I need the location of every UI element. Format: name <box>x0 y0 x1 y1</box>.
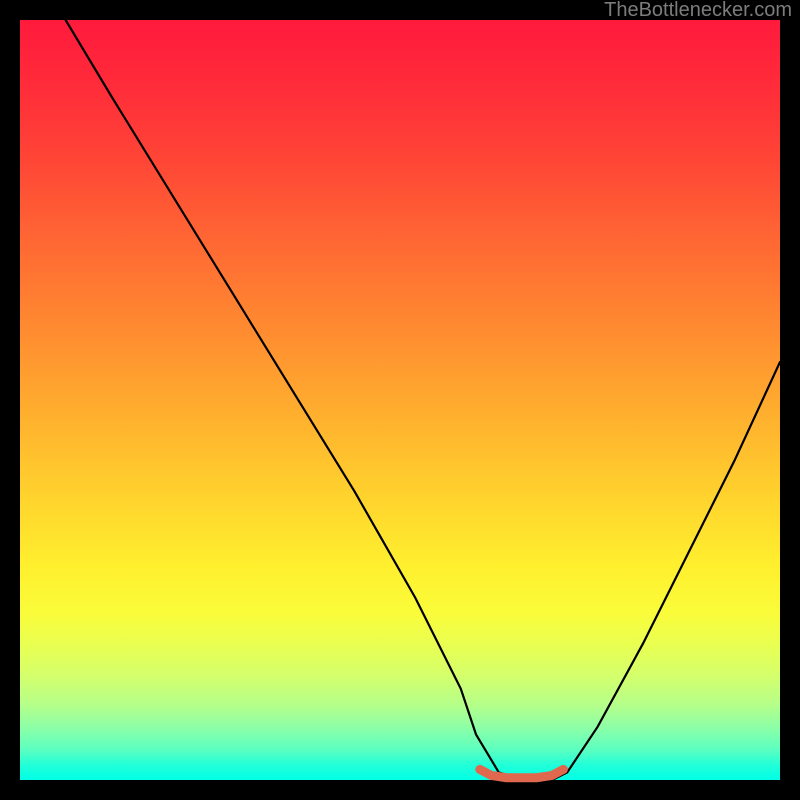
trough-marker-path <box>480 769 564 777</box>
watermark: TheBottlenecker.com <box>604 0 792 20</box>
plot-area <box>20 20 780 780</box>
chart-svg <box>20 20 780 780</box>
chart-frame: TheBottlenecker.com <box>0 0 800 800</box>
curve-path <box>66 20 780 780</box>
